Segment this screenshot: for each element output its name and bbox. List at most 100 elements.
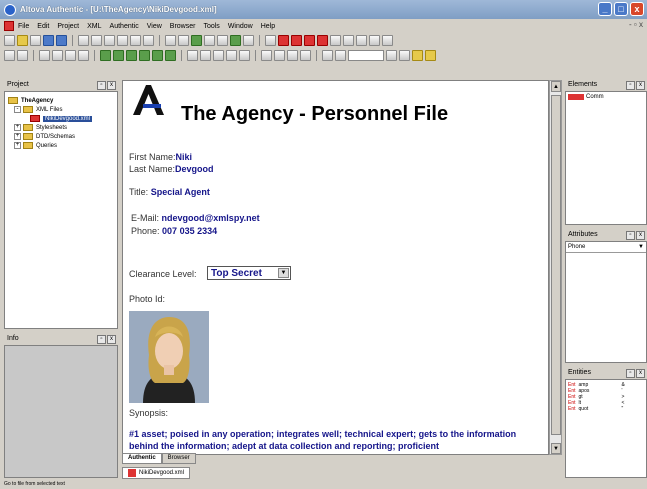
- scroll-up-icon[interactable]: ▲: [551, 81, 561, 92]
- validate-icon[interactable]: [243, 35, 254, 46]
- tree-item-file[interactable]: NikiDevgood.xml: [8, 114, 93, 123]
- menu-authentic[interactable]: Authentic: [110, 23, 139, 30]
- menu-browser[interactable]: Browser: [170, 23, 196, 30]
- find-next-icon[interactable]: [178, 35, 189, 46]
- menu-file[interactable]: File: [18, 23, 29, 30]
- menu-project[interactable]: Project: [57, 23, 79, 30]
- xquery-icon[interactable]: [382, 35, 393, 46]
- new-icon[interactable]: [4, 35, 15, 46]
- xslt-icon[interactable]: [369, 35, 380, 46]
- close-panel-button[interactable]: x: [636, 230, 645, 240]
- record-number-input[interactable]: [348, 50, 384, 61]
- open-icon[interactable]: [17, 35, 28, 46]
- append-row-icon[interactable]: [100, 50, 111, 61]
- pin-button[interactable]: ▫: [626, 230, 635, 240]
- tree-root[interactable]: TheAgency: [8, 96, 92, 105]
- stop-icon[interactable]: [278, 35, 289, 46]
- close-button[interactable]: x: [630, 2, 644, 16]
- tree-item-stylesheets[interactable]: + Stylesheets: [8, 123, 92, 132]
- phone-value[interactable]: 007 035 2334: [162, 226, 217, 236]
- save-all-icon[interactable]: [56, 35, 67, 46]
- insert-row-icon[interactable]: [113, 50, 124, 61]
- move-row-up-icon[interactable]: [139, 50, 150, 61]
- align-center-icon[interactable]: [274, 50, 285, 61]
- markup-show-icon[interactable]: [17, 50, 28, 61]
- replace-icon[interactable]: [191, 35, 202, 46]
- first-record-icon[interactable]: [322, 50, 333, 61]
- markup-hide-icon[interactable]: [4, 50, 15, 61]
- document-view[interactable]: The Agency - Personnel File First Name:N…: [122, 80, 549, 455]
- close-panel-button[interactable]: x: [636, 368, 645, 378]
- next-record-icon[interactable]: [386, 50, 397, 61]
- title-value[interactable]: Special Agent: [151, 187, 210, 197]
- tree-item-queries[interactable]: + Queries: [8, 141, 92, 150]
- db-query-icon[interactable]: [425, 50, 436, 61]
- clearance-dropdown[interactable]: Top Secret ▼: [207, 266, 291, 280]
- save-icon[interactable]: [43, 35, 54, 46]
- maximize-button[interactable]: □: [614, 2, 628, 16]
- merge-cells-icon[interactable]: [239, 50, 250, 61]
- tab-document[interactable]: NikiDevgood.xml: [122, 467, 191, 479]
- chevron-down-icon[interactable]: ▼: [638, 244, 644, 250]
- tree-item-xml-files[interactable]: - XML Files: [8, 105, 92, 114]
- duplicate-row-icon[interactable]: [126, 50, 137, 61]
- pin-button[interactable]: ▫: [97, 80, 106, 90]
- paste-xpath-icon[interactable]: [217, 35, 228, 46]
- attribute-select[interactable]: Phone ▼: [566, 242, 646, 253]
- document-scrollbar[interactable]: ▲ ▼: [549, 80, 562, 455]
- paste-icon[interactable]: [117, 35, 128, 46]
- markup-tags-icon[interactable]: [78, 50, 89, 61]
- tree-item-dtd[interactable]: + DTD/Schemas: [8, 132, 92, 141]
- menu-help[interactable]: Help: [261, 23, 275, 30]
- delete-table-icon[interactable]: [200, 50, 211, 61]
- first-name-value[interactable]: Niki: [176, 152, 193, 162]
- db-insert-icon[interactable]: [412, 50, 423, 61]
- previous-record-icon[interactable]: [335, 50, 346, 61]
- element-item[interactable]: Comm: [566, 92, 646, 102]
- markup-small-icon[interactable]: [65, 50, 76, 61]
- insert-table-icon[interactable]: [187, 50, 198, 61]
- markup-large-icon[interactable]: [39, 50, 50, 61]
- refresh-icon[interactable]: [317, 35, 328, 46]
- scroll-thumb[interactable]: [551, 95, 561, 435]
- synopsis-text[interactable]: #1 asset; poised in any operation; integ…: [129, 428, 524, 452]
- align-bottom-icon[interactable]: [287, 50, 298, 61]
- minimize-button[interactable]: _: [598, 2, 612, 16]
- menu-window[interactable]: Window: [228, 23, 253, 30]
- schema-icon[interactable]: [356, 35, 367, 46]
- pin-button[interactable]: ▫: [626, 368, 635, 378]
- menu-edit[interactable]: Edit: [37, 23, 49, 30]
- back-icon[interactable]: [291, 35, 302, 46]
- pin-button[interactable]: ▫: [97, 334, 106, 344]
- find-icon[interactable]: [165, 35, 176, 46]
- move-row-down-icon[interactable]: [152, 50, 163, 61]
- table-properties-icon[interactable]: [300, 50, 311, 61]
- cut-icon[interactable]: [91, 35, 102, 46]
- redo-icon[interactable]: [143, 35, 154, 46]
- reload-icon[interactable]: [30, 35, 41, 46]
- delete-row-icon[interactable]: [165, 50, 176, 61]
- scroll-down-icon[interactable]: ▼: [551, 443, 561, 454]
- align-top-icon[interactable]: [261, 50, 272, 61]
- close-panel-button[interactable]: x: [636, 80, 645, 90]
- copy-icon[interactable]: [104, 35, 115, 46]
- undo-icon[interactable]: [130, 35, 141, 46]
- menu-view[interactable]: View: [147, 23, 162, 30]
- close-panel-button[interactable]: x: [107, 80, 116, 90]
- tab-authentic[interactable]: Authentic: [122, 453, 162, 464]
- chevron-down-icon[interactable]: ▼: [278, 268, 289, 278]
- email-value[interactable]: ndevgood@xmlspy.net: [162, 213, 260, 223]
- entity-row[interactable]: Ent quot ": [568, 406, 644, 412]
- forward-icon[interactable]: [304, 35, 315, 46]
- tab-browser[interactable]: Browser: [161, 453, 196, 464]
- table-icon[interactable]: [343, 35, 354, 46]
- copy-xpath-icon[interactable]: [204, 35, 215, 46]
- close-panel-button[interactable]: x: [107, 334, 116, 344]
- pin-button[interactable]: ▫: [626, 80, 635, 90]
- window-icon[interactable]: [265, 35, 276, 46]
- last-record-icon[interactable]: [399, 50, 410, 61]
- last-name-value[interactable]: Devgood: [175, 164, 214, 174]
- menu-xml[interactable]: XML: [87, 23, 101, 30]
- menu-tools[interactable]: Tools: [203, 23, 219, 30]
- insert-column-icon[interactable]: [213, 50, 224, 61]
